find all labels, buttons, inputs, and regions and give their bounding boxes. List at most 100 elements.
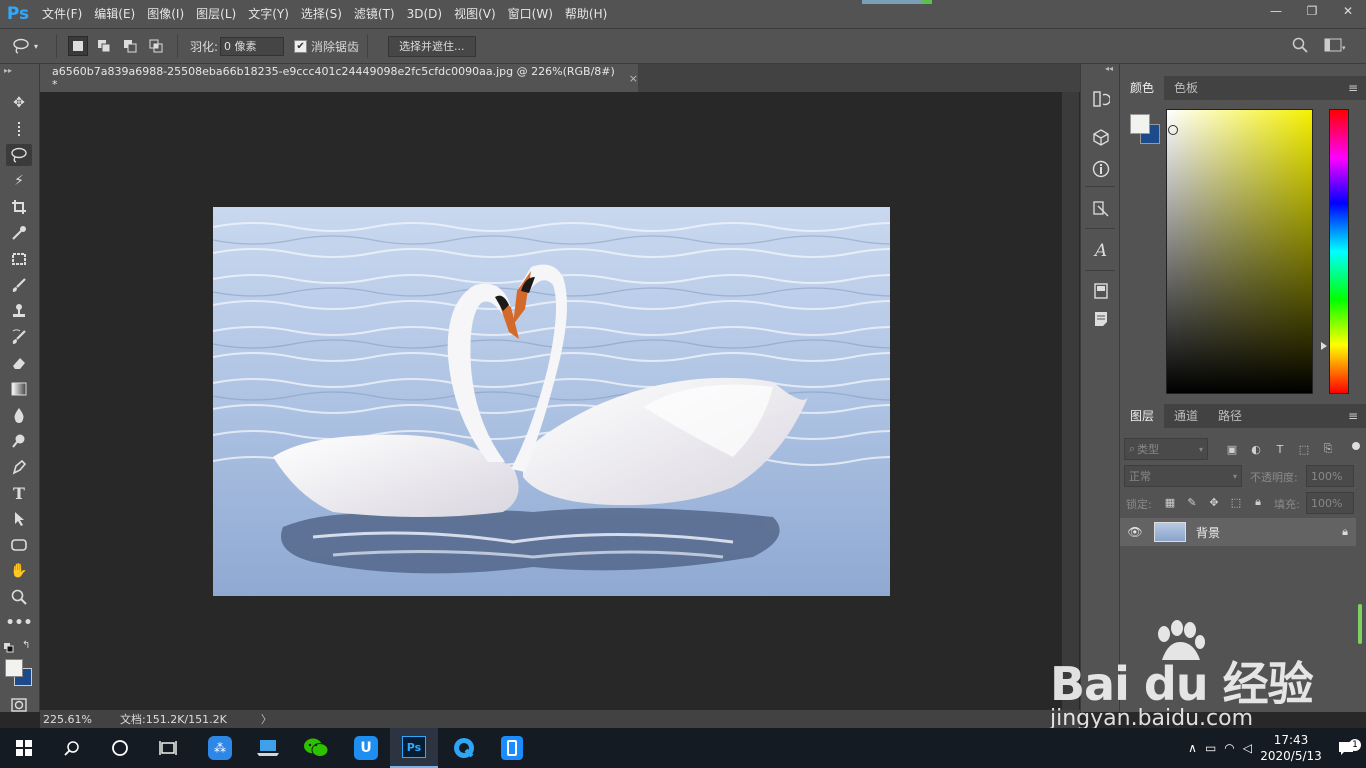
select-and-mask-button[interactable]: 选择并遮住... [388,35,476,57]
shape-tool-icon[interactable] [6,534,32,556]
close-button[interactable]: ✕ [1330,0,1366,22]
notification-center-icon[interactable]: 1 [1326,728,1366,768]
laptop-app-icon[interactable] [244,728,292,768]
tab-layers[interactable]: 图层 [1120,404,1165,428]
new-selection-button[interactable] [68,36,88,56]
dodge-tool-icon[interactable] [6,430,32,452]
filter-toggle[interactable] [1352,442,1360,450]
type-tool-icon[interactable]: T [6,482,32,504]
wechat-icon[interactable] [292,728,340,768]
history-brush-tool-icon[interactable] [6,326,32,348]
layers-panel-menu-icon[interactable]: ≡ [1348,404,1358,428]
swap-colors-icon[interactable]: ↰ [22,640,30,651]
antialias-checkbox[interactable]: ✔ [294,39,308,53]
panel-menu-icon[interactable]: ≡ [1348,76,1358,100]
gradient-tool-icon[interactable] [6,378,32,400]
lock-image-icon[interactable]: ✎ [1184,494,1200,510]
lock-all-icon[interactable]: 🔒︎ [1250,494,1266,510]
tray-expand-icon[interactable]: ∧ [1188,741,1197,755]
photoshop-taskbar-icon[interactable]: Ps [390,728,438,768]
opacity-field[interactable]: 100% [1306,465,1354,487]
battery-icon[interactable]: ▭ [1205,741,1216,755]
notes-panel-icon[interactable] [1090,308,1112,330]
magic-wand-tool-icon[interactable]: ⚡ [6,170,32,192]
status-menu-arrow-icon[interactable]: 〉 [261,711,272,727]
phone-app-icon[interactable] [488,728,536,768]
menu-type[interactable]: 文字(Y) [242,0,295,28]
menu-image[interactable]: 图像(I) [141,0,190,28]
tab-channels[interactable]: 通道 [1164,404,1208,428]
brush-tool-icon[interactable] [6,274,32,296]
panel-foreground-swatch[interactable] [1130,114,1150,134]
blend-mode-select[interactable]: 正常 ▾ [1124,465,1242,487]
default-colors-icon[interactable] [4,642,14,653]
document-tab[interactable]: a6560b7a839a6988-25508eba66b18235-e9ccc4… [40,64,638,92]
canvas-vertical-scrollbar[interactable] [1062,92,1079,710]
hand-tool-icon[interactable]: ✋ [6,560,32,582]
lock-transparent-icon[interactable]: ▦ [1162,494,1178,510]
menu-edit[interactable]: 编辑(E) [88,0,141,28]
volume-icon[interactable]: ◁ [1243,741,1252,755]
lock-position-icon[interactable]: ✥ [1206,494,1222,510]
menu-select[interactable]: 选择(S) [295,0,348,28]
lasso-tool-icon[interactable] [6,144,32,166]
close-tab-icon[interactable]: × [629,72,638,85]
properties-panel-icon[interactable] [1090,198,1112,220]
tab-paths[interactable]: 路径 [1208,404,1252,428]
eyedropper-tool-icon[interactable] [6,222,32,244]
cortana-icon[interactable] [96,728,144,768]
search-icon[interactable] [48,728,96,768]
tab-swatches[interactable]: 色板 [1164,76,1208,100]
layer-filter-select[interactable]: ⌕ 类型 ▾ [1124,438,1208,460]
zoom-tool-icon[interactable] [6,586,32,608]
menu-help[interactable]: 帮助(H) [559,0,613,28]
stamp-tool-icon[interactable] [6,300,32,322]
more-tools-icon[interactable]: ••• [6,612,33,634]
crop-tool-icon[interactable] [6,196,32,218]
app-launcher-icon[interactable]: ⁂ [196,728,244,768]
feather-input[interactable] [220,36,285,56]
3d-panel-icon[interactable] [1090,126,1112,148]
utool-app-icon[interactable]: U [342,728,390,768]
visibility-eye-icon[interactable]: 👁︎ [1120,525,1150,539]
menu-view[interactable]: 视图(V) [448,0,502,28]
filter-shape-icon[interactable]: ⬚ [1296,441,1312,457]
task-view-icon[interactable] [144,728,192,768]
wifi-icon[interactable]: ◠ [1224,741,1234,755]
hue-slider-marker[interactable] [1321,342,1327,350]
tab-color[interactable]: 颜色 [1120,76,1165,100]
collapse-arrows-icon[interactable]: ▸▸ [4,66,12,75]
fill-field[interactable]: 100% [1306,492,1354,514]
libraries-panel-icon[interactable] [1090,280,1112,302]
quick-mask-icon[interactable] [6,694,32,716]
workspace-icon[interactable]: ▾ [1324,37,1346,56]
swans-image[interactable] [213,207,890,596]
add-selection-button[interactable] [94,36,114,56]
move-tool-icon[interactable]: ✥ [6,92,32,114]
menu-file[interactable]: 文件(F) [36,0,88,28]
zoom-level[interactable]: 225.61% [40,713,96,726]
hue-slider[interactable] [1329,109,1349,394]
filter-pixel-icon[interactable]: ▣ [1224,441,1240,457]
blur-tool-icon[interactable] [6,404,32,426]
menu-window[interactable]: 窗口(W) [502,0,559,28]
color-picker-cursor[interactable] [1168,125,1178,135]
subtract-selection-button[interactable] [120,36,140,56]
menu-3d[interactable]: 3D(D) [401,0,448,28]
minimize-button[interactable]: — [1258,0,1294,22]
character-panel-icon[interactable]: A [1090,240,1112,262]
filter-adjustment-icon[interactable]: ◐ [1248,441,1264,457]
search-icon[interactable] [1292,37,1308,56]
layer-row[interactable]: 👁︎ 背景 🔒︎ [1120,518,1356,546]
lock-artboard-icon[interactable]: ⬚ [1228,494,1244,510]
panel-scrollbar[interactable] [1358,604,1362,644]
info-panel-icon[interactable] [1090,158,1112,180]
color-picker-field[interactable] [1166,109,1313,394]
eraser-tool-icon[interactable] [6,352,32,374]
menu-layer[interactable]: 图层(L) [190,0,242,28]
collapse-dock-icon[interactable]: ◂◂ [1105,64,1113,73]
layer-lock-icon[interactable]: 🔒︎ [1342,525,1348,539]
clock[interactable]: 17:43 2020/5/13 [1256,732,1326,764]
filter-smart-object-icon[interactable]: ⎘ [1320,441,1336,457]
foreground-color-swatch[interactable] [5,659,23,677]
